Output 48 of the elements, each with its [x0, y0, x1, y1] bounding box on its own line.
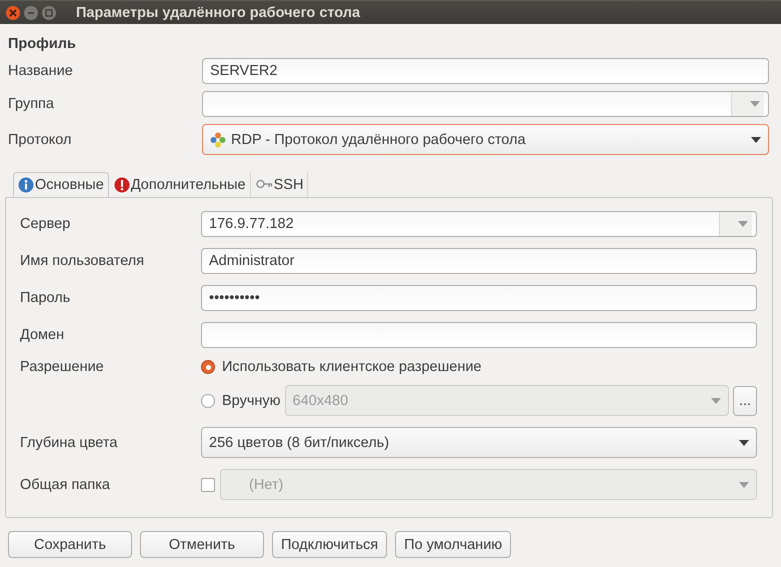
dropdown-arrow-icon — [739, 440, 749, 446]
tab[interactable]: SSH — [250, 172, 308, 197]
combo-field[interactable] — [202, 91, 769, 117]
maximize-icon — [45, 8, 53, 16]
dialog-button[interactable]: Сохранить — [8, 531, 132, 558]
minimize-button[interactable] — [24, 6, 38, 20]
text-field[interactable]: SERVER2 — [202, 58, 769, 84]
field-label: Группа — [8, 96, 55, 112]
radio-button[interactable] — [201, 360, 215, 374]
field-label: Разрешение — [20, 359, 105, 375]
radio-label[interactable]: Использовать клиентское разрешение — [222, 359, 482, 375]
tab[interactable]: Основные — [13, 172, 109, 197]
dropdown-arrow-icon — [711, 398, 721, 404]
dropdown-arrow-icon — [739, 482, 749, 488]
field-label: Протокол — [8, 132, 72, 148]
field-label: Общая папка — [20, 476, 111, 492]
checkbox[interactable] — [201, 478, 215, 492]
dropdown[interactable]: RDP - Протокол удалённого рабочего стола — [202, 124, 769, 155]
protocol-icon — [210, 132, 226, 148]
section-heading: Профиль — [8, 36, 76, 52]
text-field[interactable]: Administrator — [201, 248, 757, 274]
dropdown-arrow-icon — [751, 136, 761, 142]
dialog-button[interactable]: По умолчанию — [395, 531, 512, 558]
field-label: Сервер — [20, 216, 72, 232]
radio-label[interactable]: Вручную — [222, 392, 281, 408]
dialog-button[interactable]: Подключиться — [272, 531, 388, 558]
field-label: Домен — [20, 327, 66, 343]
text-field[interactable] — [201, 322, 757, 348]
tab[interactable]: Дополнительные — [108, 172, 251, 197]
text-field[interactable]: •••••••••• — [201, 285, 757, 311]
key-icon — [256, 179, 273, 191]
field-label: Название — [8, 63, 74, 79]
browse-button[interactable]: ... — [733, 386, 757, 416]
field-label: Имя пользователя — [20, 253, 146, 269]
combo-field[interactable]: 176.9.77.182 — [201, 211, 757, 237]
radio-button[interactable] — [201, 394, 215, 408]
dropdown-arrow-icon — [738, 221, 748, 227]
dropdown-arrow-icon — [750, 101, 760, 107]
dialog-button[interactable]: Отменить — [140, 531, 264, 558]
close-icon — [9, 8, 17, 16]
window-title: Параметры удалённого рабочего стола — [76, 4, 360, 20]
warning-icon — [114, 177, 130, 193]
field-label: Пароль — [20, 290, 72, 306]
maximize-button[interactable] — [42, 6, 56, 20]
info-icon — [18, 177, 34, 193]
dropdown[interactable]: 256 цветов (8 бит/пиксель) — [201, 427, 757, 458]
field-label: Глубина цвета — [20, 434, 118, 450]
close-button[interactable] — [6, 6, 20, 20]
